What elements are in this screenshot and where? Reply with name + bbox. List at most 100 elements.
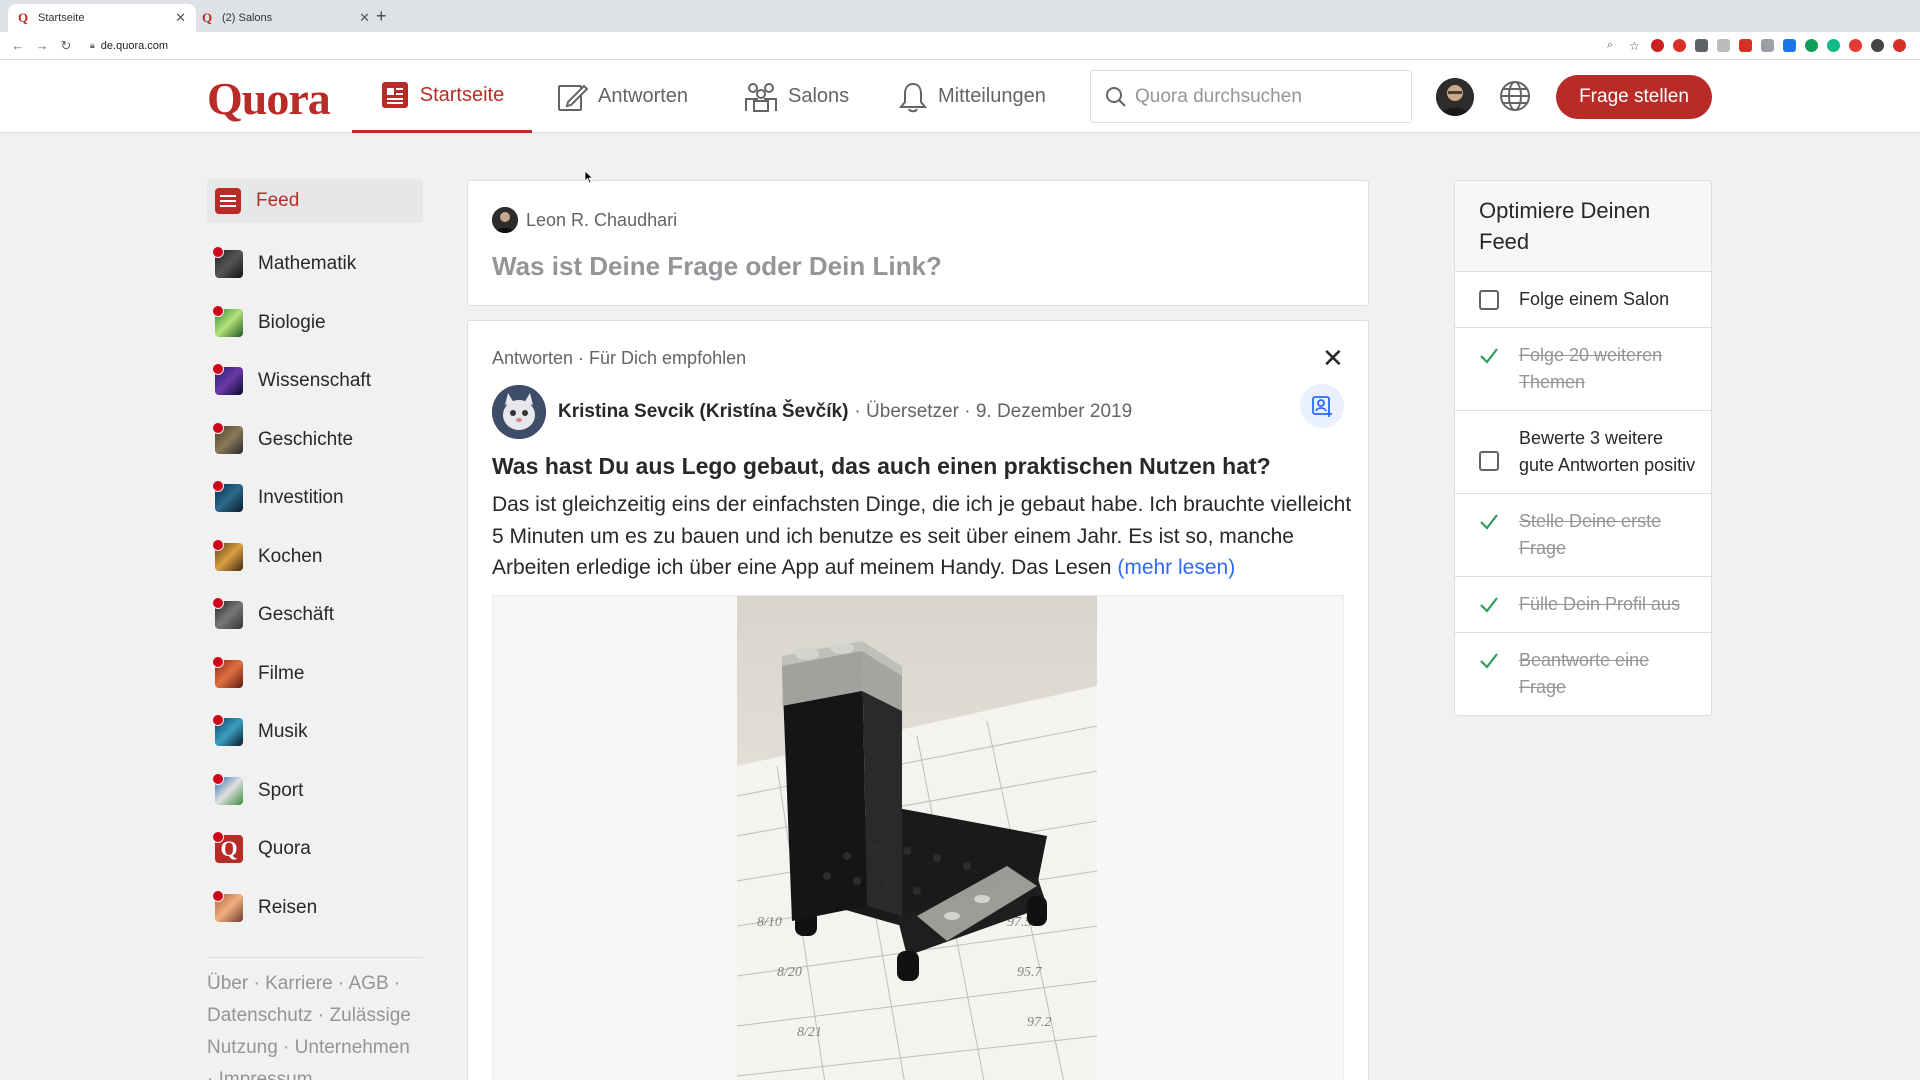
- sidebar-item-sport[interactable]: Sport: [207, 762, 423, 821]
- sidebar-item-biologie[interactable]: Biologie: [207, 294, 423, 353]
- nav-label: Mitteilungen: [938, 85, 1046, 107]
- footer-link[interactable]: Datenschutz: [207, 1005, 313, 1026]
- ask-question-card[interactable]: Leon R. Chaudhari Was ist Deine Frage od…: [467, 180, 1369, 306]
- close-tab-icon[interactable]: ✕: [359, 10, 370, 26]
- sidebar-item-wissenschaft[interactable]: Wissenschaft: [207, 352, 423, 411]
- sidebar-item-label: Quora: [258, 838, 311, 860]
- tab-title: (2) Salons: [222, 12, 273, 24]
- answer-image-container[interactable]: 8/10 8/20 8/21 97.5 95.7 97.2: [492, 595, 1344, 1080]
- adblock-extension-icon[interactable]: [1849, 39, 1862, 52]
- task-item[interactable]: Folge einem Salon: [1455, 272, 1711, 328]
- nav-antworten[interactable]: Antworten: [556, 60, 688, 133]
- unread-dot: [212, 831, 224, 844]
- footer-link[interactable]: AGB: [349, 973, 389, 994]
- checkbox-icon[interactable]: [1479, 290, 1499, 310]
- nav-label: Salons: [788, 85, 850, 107]
- nav-salons[interactable]: Salons: [744, 60, 849, 133]
- red-extension-icon[interactable]: [1673, 39, 1686, 52]
- nav-startseite[interactable]: Startseite: [352, 60, 532, 133]
- grammarly-extension-icon[interactable]: [1827, 39, 1840, 52]
- sidebar-item-geschichte[interactable]: Geschichte: [207, 411, 423, 470]
- topic-thumbnail: [212, 772, 243, 805]
- sidebar-divider: [207, 957, 423, 958]
- url-text[interactable]: de.quora.com: [101, 40, 168, 52]
- task-label: Folge 20 weiteren Themen: [1519, 345, 1663, 392]
- read-more-link[interactable]: (mehr lesen): [1117, 556, 1235, 579]
- back-arrow-icon[interactable]: ←: [8, 38, 28, 53]
- task-item[interactable]: Stelle Deine erste Frage: [1455, 494, 1711, 577]
- svg-text:8/10: 8/10: [757, 915, 782, 930]
- task-label: Folge einem Salon: [1519, 289, 1670, 309]
- task-label: Fülle Dein Profil aus: [1519, 594, 1681, 614]
- svg-text:8/20: 8/20: [777, 965, 802, 980]
- language-globe-icon[interactable]: [1497, 78, 1533, 119]
- topic-thumbnail: [212, 421, 243, 454]
- user-avatar[interactable]: [1436, 78, 1474, 116]
- task-item[interactable]: Bewerte 3 weitere gute Antworten positiv: [1455, 411, 1711, 494]
- new-tab-icon[interactable]: +: [376, 6, 387, 27]
- task-item[interactable]: Folge 20 weiteren Themen: [1455, 328, 1711, 411]
- sidebar-item-kochen[interactable]: Kochen: [207, 528, 423, 587]
- footer-link[interactable]: Unternehmen: [295, 1037, 410, 1058]
- screen-extension-icon[interactable]: [1761, 39, 1774, 52]
- close-tab-icon[interactable]: ✕: [175, 10, 186, 26]
- forward-arrow-icon[interactable]: →: [32, 38, 52, 53]
- topic-thumbnail: [212, 538, 243, 571]
- unread-dot: [212, 421, 224, 434]
- profile-icon[interactable]: [1871, 39, 1884, 52]
- ask-question-prompt[interactable]: Was ist Deine Frage oder Dein Link?: [492, 251, 942, 282]
- author-name[interactable]: Kristina Sevcik (Kristína Ševčík): [558, 401, 848, 423]
- sidebar-item-quora[interactable]: Q Quora: [207, 820, 423, 879]
- task-label: Bewerte 3 weitere gute Antworten positiv: [1519, 428, 1696, 475]
- quora-header: Quora Startseite Antworten Salons Mittei…: [0, 60, 1920, 133]
- sidebar-item-filme[interactable]: Filme: [207, 645, 423, 704]
- ask-user-name: Leon R. Chaudhari: [526, 209, 678, 230]
- zoom-icon[interactable]: ⌕: [1607, 39, 1620, 52]
- search-box[interactable]: [1090, 70, 1412, 123]
- sidebar-item-geschaeft[interactable]: Geschäft: [207, 586, 423, 645]
- author-avatar[interactable]: [492, 385, 546, 439]
- red-square-extension-icon[interactable]: [1739, 39, 1752, 52]
- checkmark-icon: [1480, 597, 1498, 613]
- checkmark-icon: [1480, 653, 1498, 669]
- footer-link[interactable]: Impressum: [219, 1069, 313, 1080]
- unread-dot: [212, 246, 224, 259]
- ask-user-row: Leon R. Chaudhari: [492, 207, 677, 233]
- sidebar-item-musik[interactable]: Musik: [207, 703, 423, 762]
- reload-icon[interactable]: ↻: [56, 38, 76, 54]
- feed-icon: [215, 188, 241, 214]
- topic-thumbnail: [212, 304, 243, 337]
- follow-author-button[interactable]: [1300, 384, 1344, 428]
- grey-extension-icon[interactable]: [1717, 39, 1730, 52]
- facebook-extension-icon[interactable]: [1695, 39, 1708, 52]
- question-title[interactable]: Was hast Du aus Lego gebaut, das auch ei…: [492, 453, 1271, 480]
- sidebar-item-reisen[interactable]: Reisen: [207, 879, 423, 938]
- footer-links: Über · Karriere · AGB · Datenschutz · Zu…: [207, 968, 423, 1080]
- green-extension-icon[interactable]: [1805, 39, 1818, 52]
- close-icon[interactable]: ✕: [1322, 345, 1344, 371]
- opera-extension-icon[interactable]: [1651, 39, 1664, 52]
- star-bookmark-icon[interactable]: ☆: [1629, 39, 1642, 53]
- blue-extension-icon[interactable]: [1783, 39, 1796, 52]
- footer-link[interactable]: Karriere: [265, 973, 333, 994]
- ask-question-button[interactable]: Frage stellen: [1556, 75, 1712, 119]
- update-icon[interactable]: [1893, 39, 1906, 52]
- task-item[interactable]: Beantworte eine Frage: [1455, 633, 1711, 715]
- people-group-icon: [745, 82, 777, 112]
- browser-tab-startseite[interactable]: Q Startseite ✕: [8, 4, 196, 32]
- quora-logo[interactable]: Quora: [207, 72, 331, 125]
- footer-link[interactable]: Über: [207, 973, 248, 994]
- sidebar-item-label: Mathematik: [258, 253, 357, 275]
- sidebar-item-mathematik[interactable]: Mathematik: [207, 235, 423, 294]
- sidebar-item-feed[interactable]: Feed: [207, 179, 423, 223]
- sidebar-item-label: Sport: [258, 779, 304, 801]
- nav-label: Antworten: [598, 85, 689, 107]
- browser-tab-salons[interactable]: Q (2) Salons ✕: [192, 4, 380, 32]
- search-input[interactable]: [1135, 85, 1395, 108]
- checkbox-icon[interactable]: [1479, 451, 1499, 471]
- unread-dot: [212, 304, 224, 317]
- answer-excerpt[interactable]: Das ist gleichzeitig eins der einfachste…: [492, 489, 1354, 584]
- nav-mitteilungen[interactable]: Mitteilungen: [898, 60, 1046, 133]
- sidebar-item-investition[interactable]: Investition: [207, 469, 423, 528]
- task-item[interactable]: Fülle Dein Profil aus: [1455, 577, 1711, 633]
